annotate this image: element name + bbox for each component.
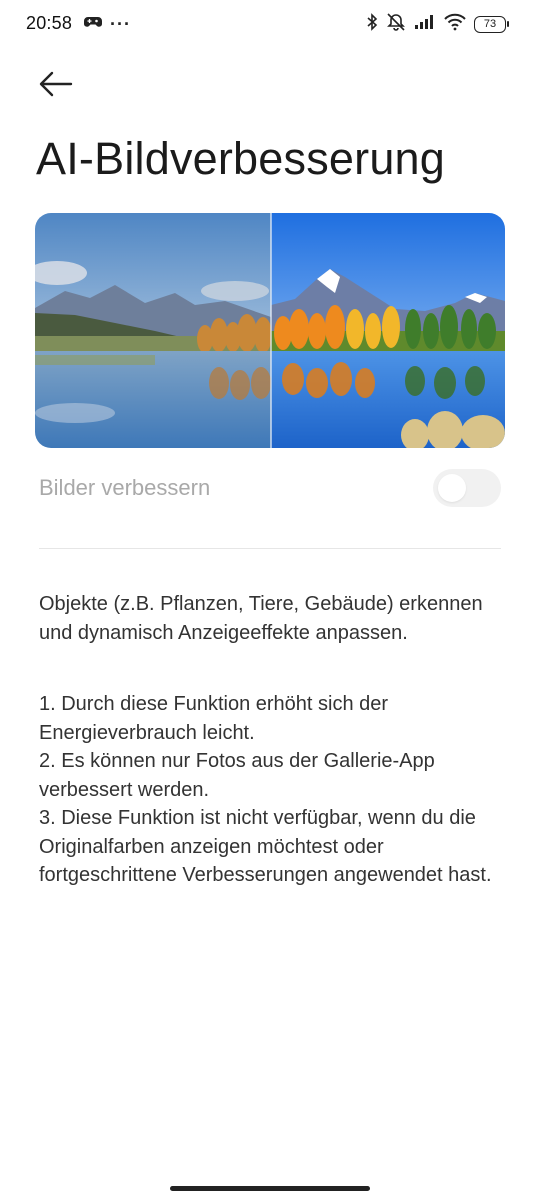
- enhance-images-setting-row[interactable]: Bilder verbessern: [39, 466, 501, 510]
- status-left-icons: ···: [84, 14, 131, 35]
- divider: [39, 548, 501, 549]
- note-item: 2. Es können nur Fotos aus der Gallerie-…: [39, 750, 435, 801]
- toggle-knob: [438, 474, 466, 502]
- back-button[interactable]: [34, 64, 78, 104]
- battery-icon: 73: [474, 16, 509, 33]
- feature-description: Objekte (z.B. Pflanzen, Tiere, Gebäude) …: [39, 593, 483, 644]
- status-right-icons: 73: [366, 13, 509, 36]
- more-notifications-icon: ···: [110, 14, 131, 34]
- status-time: 20:58: [26, 13, 73, 33]
- page-title: AI-Bildverbesserung: [36, 133, 445, 184]
- status-bar: 20:58 ··· 73: [0, 0, 540, 50]
- game-controller-icon: [84, 14, 102, 35]
- home-indicator[interactable]: [170, 1186, 370, 1191]
- note-item: 1. Durch diese Funktion erhöht sich der …: [39, 693, 389, 744]
- note-item: 3. Diese Funktion ist nicht verfügbar, w…: [39, 807, 492, 886]
- bluetooth-icon: [366, 13, 378, 36]
- cellular-signal-icon: [414, 14, 436, 35]
- enhance-images-toggle[interactable]: [433, 469, 501, 507]
- arrow-left-icon: [39, 71, 73, 97]
- enhancement-preview-image: [35, 213, 505, 448]
- wifi-icon: [444, 13, 466, 36]
- feature-notes: 1. Durch diese Funktion erhöht sich der …: [39, 690, 509, 890]
- enhance-images-label: Bilder verbessern: [39, 475, 211, 500]
- mute-bell-icon: [386, 13, 406, 36]
